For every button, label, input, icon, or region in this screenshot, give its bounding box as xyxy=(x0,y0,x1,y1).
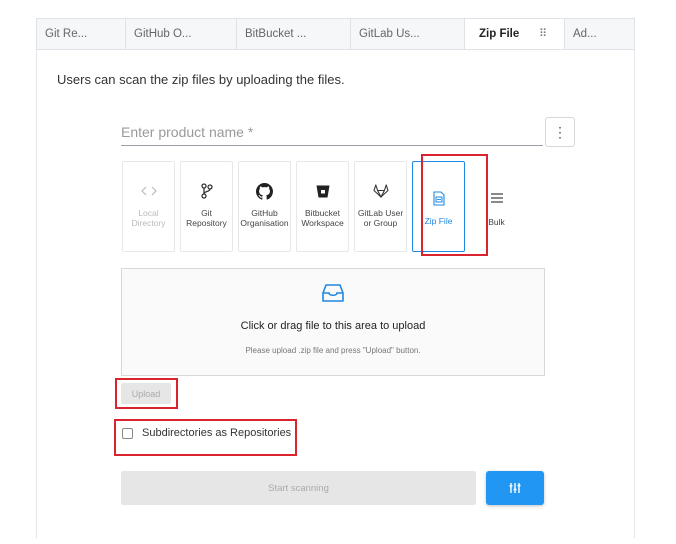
tab-zip-file-label: Zip File xyxy=(479,28,520,40)
inbox-icon xyxy=(122,283,544,308)
upload-button[interactable]: Upload xyxy=(121,383,171,404)
page-description: Users can scan the zip files by uploadin… xyxy=(57,72,345,87)
scan-settings-button[interactable] xyxy=(486,471,544,505)
product-name-input[interactable] xyxy=(121,119,543,146)
source-card-label: Git Repository xyxy=(186,208,227,228)
dropzone-hint: Please upload .zip file and press "Uploa… xyxy=(245,346,421,355)
subdirectories-label: Subdirectories as Repositories xyxy=(142,427,292,439)
source-card-label: Zip File xyxy=(424,216,453,226)
source-card-gitlab-user-or-group[interactable]: GitLab User or Group xyxy=(354,161,407,252)
dropzone-title: Click or drag file to this area to uploa… xyxy=(240,320,426,332)
source-card-local-directory[interactable]: Local Directory xyxy=(122,161,175,252)
source-card-label: Bulk xyxy=(488,217,505,227)
tab-github-organisation[interactable]: GitHub O... xyxy=(126,19,237,49)
source-card-bitbucket-workspace[interactable]: Bitbucket Workspace xyxy=(296,161,349,252)
sliders-icon xyxy=(509,481,521,496)
bulk-icon xyxy=(490,187,503,209)
source-card-bulk[interactable]: Bulk xyxy=(470,161,523,252)
source-card-label: GitHub Organisation xyxy=(240,208,289,228)
tab-git-repository[interactable]: Git Re... xyxy=(37,19,126,49)
source-card-git-repository[interactable]: Git Repository xyxy=(180,161,233,252)
source-card-zip-file[interactable]: Zip File xyxy=(412,161,465,252)
git-branch-icon xyxy=(200,180,213,202)
tab-additional[interactable]: Ad... xyxy=(565,19,634,49)
tab-zip-file[interactable]: Zip File ⠿ xyxy=(465,19,565,49)
github-icon xyxy=(256,180,273,202)
more-vertical-icon: ⋮ xyxy=(553,123,567,140)
file-dropzone[interactable]: Click or drag file to this area to uploa… xyxy=(121,268,545,376)
tab-bitbucket-workspace[interactable]: BitBucket ... xyxy=(237,19,351,49)
more-options-button[interactable]: ⋮ xyxy=(545,117,575,147)
subdirectories-option[interactable]: Subdirectories as Repositories xyxy=(122,427,291,439)
source-card-github-organisation[interactable]: GitHub Organisation xyxy=(238,161,291,252)
zip-file-icon xyxy=(432,187,446,209)
start-scanning-button[interactable]: Start scanning xyxy=(121,471,476,505)
bitbucket-icon xyxy=(316,180,330,202)
source-card-label: GitLab User or Group xyxy=(357,208,404,228)
gitlab-icon xyxy=(372,180,389,202)
subdirectories-checkbox[interactable] xyxy=(122,427,133,439)
tab-gitlab-user[interactable]: GitLab Us... xyxy=(351,19,465,49)
source-type-selector: Local Directory Git Repository GitHub Or… xyxy=(122,161,523,252)
source-card-label: Local Directory xyxy=(131,208,166,228)
drag-handle-icon[interactable]: ⠿ xyxy=(539,19,547,49)
source-tabs: Git Re... GitHub O... BitBucket ... GitL… xyxy=(36,18,635,50)
source-card-label: Bitbucket Workspace xyxy=(301,208,344,228)
code-icon xyxy=(140,180,157,202)
